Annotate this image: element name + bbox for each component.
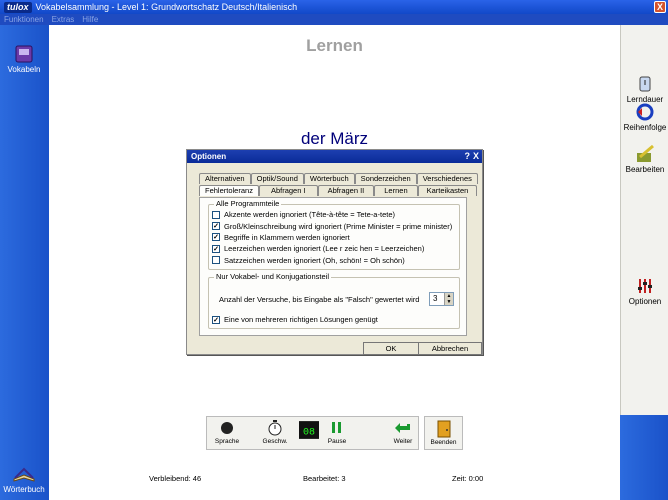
tab-row-2: Fehlertoleranz Abfragen I Abfragen II Le…	[199, 185, 478, 196]
sprache-button[interactable]: Sprache	[209, 420, 245, 445]
pause-button[interactable]: Pause	[319, 420, 355, 445]
tab-verschiedenes[interactable]: Verschiedenes	[416, 173, 478, 184]
speaker-icon	[221, 422, 233, 434]
menu-funktionen[interactable]: Funktionen	[4, 14, 44, 25]
tab-panel-fehlertoleranz: Alle Programmteile Akzente werden ignori…	[199, 197, 467, 336]
sidebar-item-bearbeiten[interactable]: Bearbeiten	[621, 145, 668, 174]
menu-extras[interactable]: Extras	[52, 14, 75, 25]
group-alle-programmteile: Alle Programmteile Akzente werden ignori…	[208, 199, 460, 270]
group-label: Nur Vokabel- und Konjugationsteil	[214, 272, 331, 281]
book-icon	[15, 45, 33, 63]
pause-icon	[332, 422, 341, 433]
option-gross-kleinschreibung[interactable]: ✓ Groß/Kleinschreibung wird ignoriert (P…	[209, 220, 459, 231]
bottom-toolbar: Sprache Geschw. 08 Pause Weiter	[206, 416, 419, 450]
geschwindigkeit-button[interactable]: Geschw.	[257, 420, 293, 445]
option-leerzeichen[interactable]: ✓ Leerzeichen werden ignoriert (Lee r ze…	[209, 243, 459, 254]
versuche-spinner[interactable]: 3 ▲ ▼	[429, 292, 454, 306]
tab-fehlertoleranz[interactable]: Fehlertoleranz	[199, 185, 259, 196]
status-bearbeitet: Bearbeitet: 3	[303, 474, 346, 483]
tab-abfragen-1[interactable]: Abfragen I	[258, 185, 318, 196]
option-klammern[interactable]: ✓ Begriffe in Klammern werden ignoriert	[209, 232, 459, 243]
checkbox[interactable]	[212, 256, 220, 265]
beenden-button[interactable]: Beenden	[424, 416, 463, 450]
dialog-title: Optionen	[191, 152, 227, 161]
ok-button[interactable]: OK	[363, 342, 419, 355]
tab-woerterbuch[interactable]: Wörterbuch	[303, 173, 355, 184]
menu-bar: Funktionen Extras Hilfe	[0, 14, 668, 25]
sidebar-item-reihenfolge[interactable]: Reihenfolge	[621, 103, 668, 132]
option-satzzeichen[interactable]: Satzzeichen werden ignoriert (Oh, schön!…	[209, 255, 459, 266]
menu-hilfe[interactable]: Hilfe	[82, 14, 98, 25]
status-verbleibend: Verbleibend: 46	[149, 474, 202, 483]
spinner-arrows[interactable]: ▲ ▼	[444, 293, 453, 305]
clock-icon	[639, 76, 651, 92]
checkbox[interactable]: ✓	[212, 222, 220, 231]
checkbox[interactable]: ✓	[212, 233, 220, 242]
weiter-button[interactable]: Weiter	[385, 420, 421, 445]
window-title: Vokabelsammlung - Level 1: Grundwortscha…	[35, 2, 298, 12]
tab-abfragen-2[interactable]: Abfragen II	[317, 185, 375, 196]
page-title: Lernen	[306, 36, 363, 55]
options-icon	[638, 279, 652, 293]
dialog-title-bar: Optionen ? X	[187, 150, 482, 163]
left-sidebar: Vokabeln Wörterbuch	[0, 25, 49, 500]
group-label: Alle Programmteile	[214, 199, 282, 208]
help-button[interactable]: ?	[464, 150, 470, 163]
title-bar: tulox Vokabelsammlung - Level 1: Grundwo…	[0, 0, 668, 14]
next-arrow-icon	[395, 423, 410, 433]
tab-karteikasten[interactable]: Karteikasten	[417, 185, 478, 196]
options-dialog: Optionen ? X Alternativen Optik/Sound Wö…	[186, 149, 483, 355]
checkbox[interactable]: ✓	[212, 315, 220, 324]
open-book-icon	[13, 467, 35, 482]
svg-text:08: 08	[303, 427, 315, 438]
stopwatch-icon	[268, 420, 282, 436]
tab-lernen[interactable]: Lernen	[374, 185, 418, 196]
sidebar-item-lerndauer[interactable]: Lerndauer	[621, 75, 668, 104]
window-close-button[interactable]: X	[654, 1, 666, 13]
tab-optik-sound[interactable]: Optik/Sound	[250, 173, 304, 184]
display-icon: 08	[299, 421, 319, 439]
right-sidebar-footer	[620, 415, 668, 500]
app-logo: tulox	[4, 1, 32, 13]
door-icon	[437, 420, 450, 438]
edit-icon	[637, 145, 654, 162]
checkbox[interactable]: ✓	[212, 244, 220, 253]
option-akzente[interactable]: Akzente werden ignoriert (Tête-à-tête = …	[209, 209, 459, 220]
tab-sonderzeichen[interactable]: Sonderzeichen	[354, 173, 417, 184]
sidebar-item-optionen[interactable]: Optionen	[621, 277, 668, 306]
dialog-close-button[interactable]: X	[473, 150, 479, 163]
vocabulary-word: der März	[300, 129, 369, 148]
sidebar-item-vokabeln[interactable]: Vokabeln	[0, 45, 48, 74]
tab-row-1: Alternativen Optik/Sound Wörterbuch Sond…	[199, 173, 478, 184]
option-mehrere-loesungen[interactable]: ✓ Eine von mehreren richtigen Lösungen g…	[209, 314, 378, 325]
sidebar-item-woerterbuch[interactable]: Wörterbuch	[0, 465, 48, 494]
cancel-button[interactable]: Abbrechen	[418, 342, 482, 355]
group-vokabel-konjugation: Nur Vokabel- und Konjugationsteil Anzahl…	[208, 272, 460, 329]
checkbox[interactable]	[212, 210, 220, 219]
tab-alternativen[interactable]: Alternativen	[199, 173, 251, 184]
status-zeit: Zeit: 0:00	[452, 474, 484, 483]
versuche-row: Anzahl der Versuche, bis Eingabe als "Fa…	[209, 292, 459, 306]
order-icon	[636, 103, 654, 121]
status-bar: Verbleibend: 46 Bearbeitet: 3 Zeit: 0:00	[49, 474, 620, 485]
